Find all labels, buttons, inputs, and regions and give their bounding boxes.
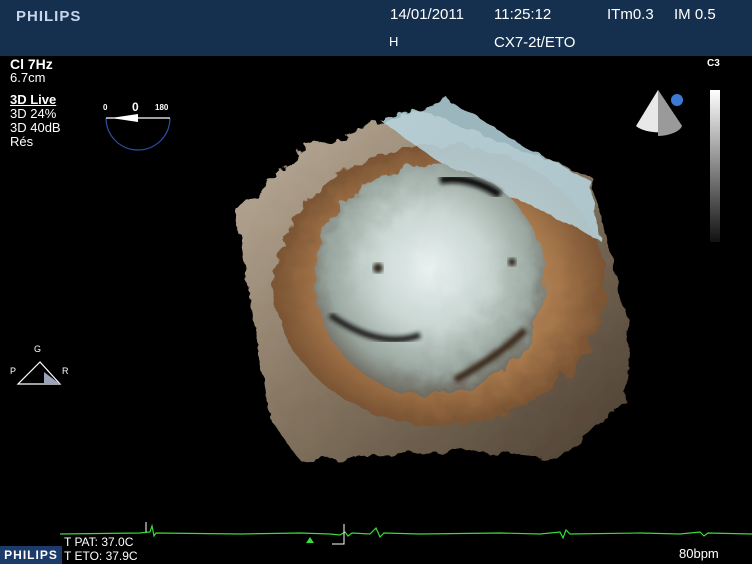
- acquisition-parameters: Cl 7Hz 6.7cm 3D Live 3D 24% 3D 40dB Rés: [10, 57, 61, 149]
- transducer-label: CX7-2t/ETO: [494, 34, 576, 51]
- multiplane-angle-gauge: 0 0 180: [103, 100, 173, 156]
- temperature-readouts: T PAT: 37.0C T ETO: 37.9C: [64, 535, 138, 563]
- mode-label: 3D Live: [10, 92, 57, 107]
- probe-temperature: T ETO: 37.9C: [64, 549, 138, 563]
- depth: 6.7cm: [10, 70, 46, 85]
- thermal-index: ITm0.3: [607, 6, 654, 23]
- grayscale-bar: [710, 90, 720, 242]
- orientation-triangle-icon: [16, 361, 62, 385]
- ultrasound-3d-volume-image: [236, 100, 630, 460]
- probe-orientation-icon: [636, 90, 683, 136]
- exam-time: 11:25:12: [494, 6, 552, 23]
- gain-value: 3D 24%: [10, 106, 57, 121]
- exam-date: 14/01/2011: [390, 6, 464, 23]
- heart-rate: 80bpm: [679, 546, 719, 561]
- frame-rate: Cl 7Hz: [10, 56, 53, 72]
- probe-preset-label: C3: [707, 58, 720, 69]
- philips-footer-logo: PHILIPS: [0, 546, 62, 564]
- orientation-marker: G P R: [8, 344, 78, 394]
- resolution-label: Rés: [10, 134, 34, 149]
- philips-logo: PHILIPS: [16, 8, 82, 25]
- patient-temperature: T PAT: 37.0C: [64, 535, 134, 549]
- mechanical-index: IM 0.5: [674, 6, 716, 23]
- compression-value: 3D 40dB: [10, 120, 61, 135]
- header-marker: H: [389, 34, 399, 49]
- gauge-dial-icon: [105, 114, 171, 151]
